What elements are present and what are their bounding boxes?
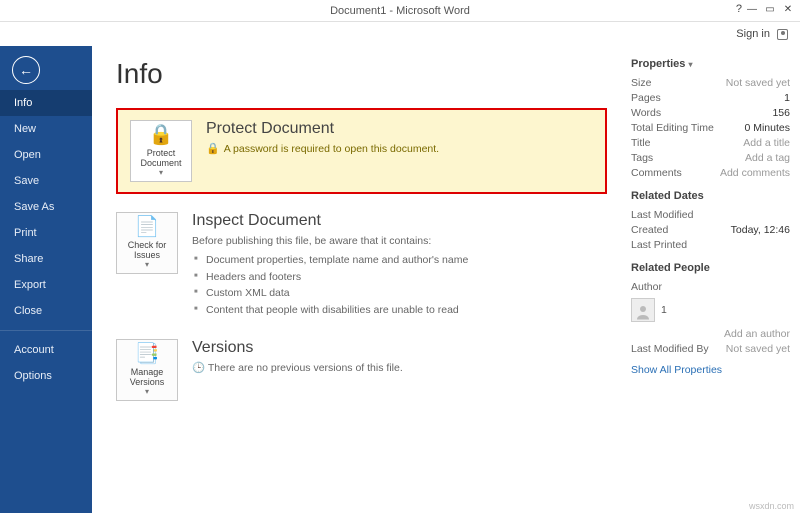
date-row: CreatedToday, 12:46 [631,222,790,237]
signin-link[interactable]: Sign in [736,28,770,40]
property-row[interactable]: Total Editing Time0 Minutes [631,120,790,135]
sidebar-item-close[interactable]: Close [0,298,92,324]
related-dates-heading: Related Dates [631,190,790,202]
property-row[interactable]: CommentsAdd comments [631,165,790,180]
list-item: Content that people with disabilities ar… [192,302,607,319]
protect-heading: Protect Document [206,120,593,138]
page-title: Info [116,58,607,90]
author-label: Author [631,281,662,293]
sidebar-item-print[interactable]: Print [0,220,92,246]
check-issues-tile[interactable]: 📄 Check for Issues ▾ [116,212,178,274]
protect-document-tile[interactable]: 🔒 Protect Document ▾ [130,120,192,182]
sidebar-item-open[interactable]: Open [0,142,92,168]
author-value: 1 [661,304,667,316]
sidebar-item-export[interactable]: Export [0,272,92,298]
sidebar-item-options[interactable]: Options [0,363,92,389]
date-row: Last Printed [631,237,790,252]
properties-pane: Properties ▾ SizeNot saved yetPages1Word… [625,46,800,513]
property-row[interactable]: SizeNot saved yet [631,75,790,90]
tile-label: Manage Versions [119,368,175,388]
lock-icon: 🔒 [149,124,174,146]
property-row[interactable]: Pages1 [631,90,790,105]
help-button[interactable]: ? [736,3,742,15]
property-row[interactable]: TitleAdd a title [631,135,790,150]
date-row: Last Modified [631,207,790,222]
sidebar-item-account[interactable]: Account [0,337,92,363]
backstage-sidebar: ← Info New Open Save Save As Print Share… [0,46,92,513]
versions-icon-inline: 🕒 [192,362,205,374]
tile-label: Check for Issues [119,241,175,261]
restore-button[interactable]: ▭ [762,2,778,16]
minimize-button[interactable]: — [744,2,760,16]
sidebar-item-save[interactable]: Save [0,168,92,194]
list-item: Document properties, template name and a… [192,252,607,269]
sidebar-item-info[interactable]: Info [0,90,92,116]
lastmodby-value: Not saved yet [726,343,790,355]
property-row[interactable]: Words156 [631,105,790,120]
sidebar-item-new[interactable]: New [0,116,92,142]
lastmodby-label: Last Modified By [631,343,709,355]
user-icon[interactable] [777,29,788,40]
title-bar: Document1 - Microsoft Word ? — ▭ ✕ [0,0,800,22]
properties-heading[interactable]: Properties ▾ [631,58,790,70]
manage-versions-tile[interactable]: 📑 Manage Versions ▾ [116,339,178,401]
close-button[interactable]: ✕ [780,2,796,16]
list-item: Headers and footers [192,269,607,286]
versions-icon: 📑 [135,343,160,365]
signin-row: Sign in [0,22,800,46]
author-box[interactable]: 1 [631,298,790,322]
sidebar-item-saveas[interactable]: Save As [0,194,92,220]
versions-heading: Versions [192,339,607,357]
sidebar-item-share[interactable]: Share [0,246,92,272]
tile-label: Protect Document [133,149,189,169]
lock-mini-icon: 🔒 [206,142,220,155]
inspect-list: Document properties, template name and a… [192,252,607,319]
inspect-heading: Inspect Document [192,212,607,230]
inspect-lead: Before publishing this file, be aware th… [192,234,607,250]
document-check-icon: 📄 [135,216,160,238]
window-controls: — ▭ ✕ [744,2,796,16]
chevron-down-icon: ▾ [688,60,692,69]
related-people-heading: Related People [631,262,790,274]
versions-desc: There are no previous versions of this f… [208,362,403,374]
list-item: Custom XML data [192,285,607,302]
window-title: Document1 - Microsoft Word [330,5,470,17]
property-row[interactable]: TagsAdd a tag [631,150,790,165]
protect-document-box: 🔒 Protect Document ▾ Protect Document 🔒 … [116,108,607,194]
show-all-properties-link[interactable]: Show All Properties [631,364,722,376]
protect-desc: A password is required to open this docu… [224,143,439,155]
main-panel: Info 🔒 Protect Document ▾ Protect Docume… [92,46,625,513]
add-author-link[interactable]: Add an author [724,328,790,340]
watermark: wsxdn.com [749,501,794,511]
avatar-icon [631,298,655,322]
back-button[interactable]: ← [12,56,40,84]
